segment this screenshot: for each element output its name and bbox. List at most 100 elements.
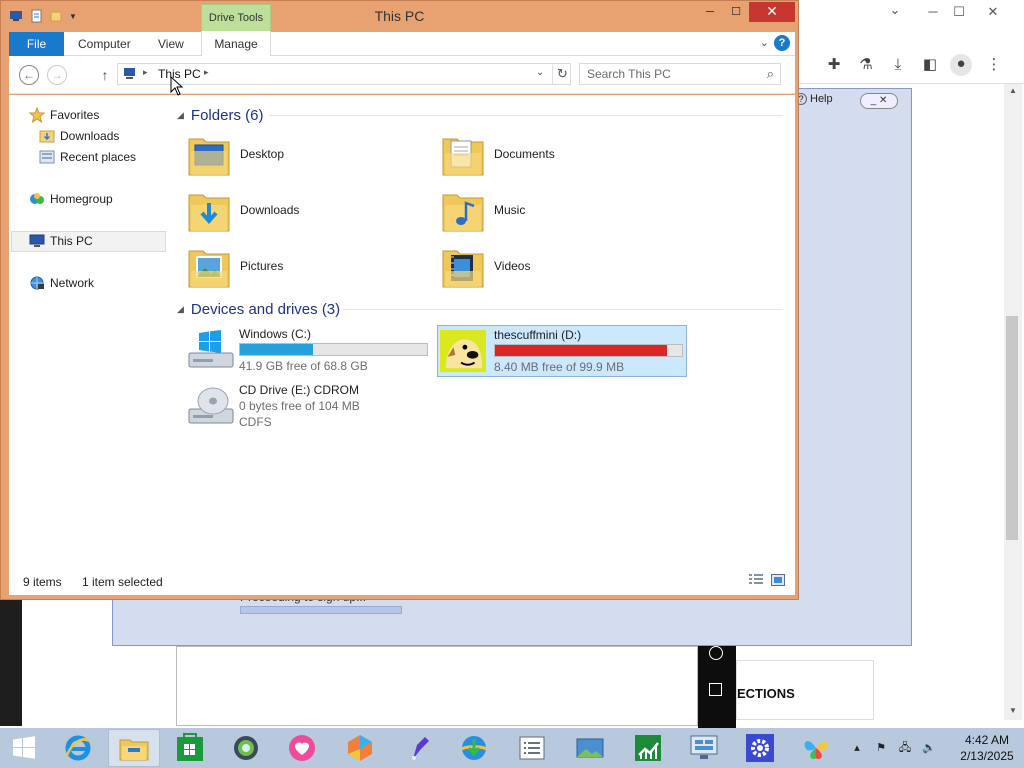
taskbar-butterfly-app[interactable]: [790, 729, 842, 767]
taskbar-remote-desktop[interactable]: [678, 729, 730, 767]
chevron-down-icon[interactable]: ⌄: [760, 36, 769, 49]
minimize-button[interactable]: ─: [697, 3, 723, 23]
taskbar-colorful-app[interactable]: [334, 729, 386, 767]
homegroup-icon: [30, 193, 44, 204]
tab-manage[interactable]: Manage: [201, 31, 271, 56]
profile-avatar-icon[interactable]: ●: [950, 54, 972, 76]
scroll-up-icon[interactable]: ▲: [1004, 84, 1022, 98]
folder-music[interactable]: Music: [431, 185, 681, 237]
side-panel-icon[interactable]: ◧: [920, 55, 940, 75]
settings-gear-icon: [746, 734, 774, 762]
documents-folder-icon: [442, 138, 484, 176]
group-divider: [343, 309, 783, 310]
folder-downloads[interactable]: Downloads: [177, 185, 427, 237]
volume-muted-icon[interactable]: 🔈: [922, 741, 936, 755]
tab-file[interactable]: File: [9, 32, 64, 56]
address-dropdown-icon[interactable]: ⌄: [536, 67, 544, 78]
taskbar-file-explorer[interactable]: [108, 729, 160, 767]
flask-icon[interactable]: ⚗: [856, 55, 876, 75]
show-hidden-icons-icon[interactable]: ▴: [850, 741, 864, 755]
drive-d[interactable]: thescuffmini (D:) 8.40 MB free of 99.9 M…: [437, 325, 687, 377]
taskbar-chart-app[interactable]: [622, 729, 674, 767]
clock-time[interactable]: 4:42 AM: [952, 733, 1022, 747]
folders-group-header[interactable]: ◢ Folders (6): [177, 105, 263, 125]
nav-item-network[interactable]: Network: [29, 273, 94, 293]
taskbar-store[interactable]: [164, 729, 216, 767]
folder-desktop[interactable]: Desktop: [177, 129, 427, 181]
browser-scrollbar[interactable]: ▲ ▼: [1004, 84, 1022, 720]
nav-item-this-pc[interactable]: This PC: [29, 231, 93, 251]
taskbar-pen-app[interactable]: [392, 729, 444, 767]
nav-item-recent-places[interactable]: Recent places: [39, 147, 136, 167]
folder-videos[interactable]: Videos: [431, 241, 681, 293]
collapse-chevron-icon[interactable]: ◢: [177, 304, 184, 315]
start-button[interactable]: [0, 728, 48, 768]
notes-app-icon: [519, 736, 545, 760]
nav-item-homegroup[interactable]: Homegroup: [29, 189, 113, 209]
search-box[interactable]: ⌕: [579, 63, 781, 85]
refresh-icon[interactable]: ↻: [552, 64, 572, 84]
explorer-window: ▼ Drive Tools This PC ─ ☐ ✕ File Compute…: [0, 0, 799, 600]
maximize-button[interactable]: ☐: [723, 3, 749, 23]
system-tray: ▴ ⚑ 🖧 🔈 4:42 AM 2/13/2025: [848, 728, 1024, 768]
installer-window-controls[interactable]: _ ✕: [860, 93, 898, 109]
close-button[interactable]: ✕: [749, 2, 795, 22]
download-manager-icon: [461, 736, 487, 760]
search-icon[interactable]: ⌕: [767, 66, 774, 82]
desktop-folder-icon: [188, 138, 230, 176]
maximize-icon[interactable]: ☐: [948, 4, 970, 20]
folder-pictures[interactable]: Pictures: [177, 241, 427, 293]
mouse-cursor-icon: [170, 76, 184, 96]
taskbar-internet-explorer[interactable]: [52, 729, 104, 767]
circle-icon[interactable]: [709, 646, 723, 660]
network-status-icon[interactable]: 🖧: [898, 741, 912, 755]
collapse-chevron-icon[interactable]: ◢: [177, 110, 184, 121]
browser-left-strip: [0, 598, 22, 726]
help-icon[interactable]: ?: [774, 35, 790, 51]
tab-view[interactable]: View: [158, 32, 184, 56]
taskbar-heart-app[interactable]: [276, 729, 328, 767]
drives-group-header[interactable]: ◢ Devices and drives (3): [177, 299, 340, 319]
drive-e[interactable]: CD Drive (E:) CDROM 0 bytes free of 104 …: [177, 381, 427, 433]
minimize-icon[interactable]: ─: [922, 4, 944, 20]
menu-dots-icon[interactable]: ⋮: [984, 55, 1004, 75]
computer-icon: [124, 68, 135, 79]
download-icon[interactable]: ⤓: [888, 55, 908, 75]
pictures-folder-icon: [188, 250, 230, 288]
drive-c[interactable]: Windows (C:) 41.9 GB free of 68.8 GB: [177, 325, 428, 377]
computer-icon: [29, 234, 45, 247]
forward-icon[interactable]: →: [47, 65, 67, 85]
details-view-icon[interactable]: [749, 574, 763, 586]
taskbar-notes-app[interactable]: [506, 729, 558, 767]
chevron-down-icon[interactable]: ⌄: [884, 2, 906, 18]
file-explorer-icon: [119, 739, 149, 761]
windows-drive-icon: [188, 330, 234, 368]
search-input[interactable]: [580, 64, 758, 84]
folder-documents[interactable]: Documents: [431, 129, 681, 181]
title-bar[interactable]: ▼ Drive Tools This PC ─ ☐ ✕: [1, 1, 798, 32]
large-icons-view-icon[interactable]: [771, 574, 785, 586]
scroll-down-icon[interactable]: ▼: [1004, 704, 1022, 718]
nav-item-downloads[interactable]: Downloads: [39, 126, 119, 146]
breadcrumb-chevron-icon[interactable]: ▸: [143, 67, 148, 78]
address-bar[interactable]: ▸ This PC ▸ ⌄ ↻: [117, 63, 571, 85]
nav-item-favorites[interactable]: Favorites: [29, 105, 99, 125]
scrollbar-thumb[interactable]: [1006, 316, 1018, 540]
taskbar-globe-app[interactable]: [220, 729, 272, 767]
taskbar-settings[interactable]: [734, 729, 786, 767]
back-icon[interactable]: ←: [19, 65, 39, 85]
app-globe-icon: [234, 736, 258, 760]
tab-computer[interactable]: Computer: [78, 32, 131, 56]
action-center-flag-icon[interactable]: ⚑: [874, 741, 888, 755]
installer-help-link[interactable]: ? Help: [795, 93, 833, 105]
up-arrow-icon[interactable]: ↑: [97, 65, 113, 85]
close-icon[interactable]: ✕: [982, 4, 1004, 20]
internet-explorer-icon: [65, 735, 91, 761]
clock-date[interactable]: 2/13/2025: [952, 749, 1022, 763]
extensions-icon[interactable]: ✚: [824, 55, 844, 75]
taskbar-photos-app[interactable]: [564, 729, 616, 767]
network-icon: [30, 276, 44, 290]
breadcrumb-chevron-icon[interactable]: ▸: [204, 67, 209, 78]
taskbar-download-manager[interactable]: [448, 729, 500, 767]
square-icon[interactable]: [709, 683, 722, 696]
